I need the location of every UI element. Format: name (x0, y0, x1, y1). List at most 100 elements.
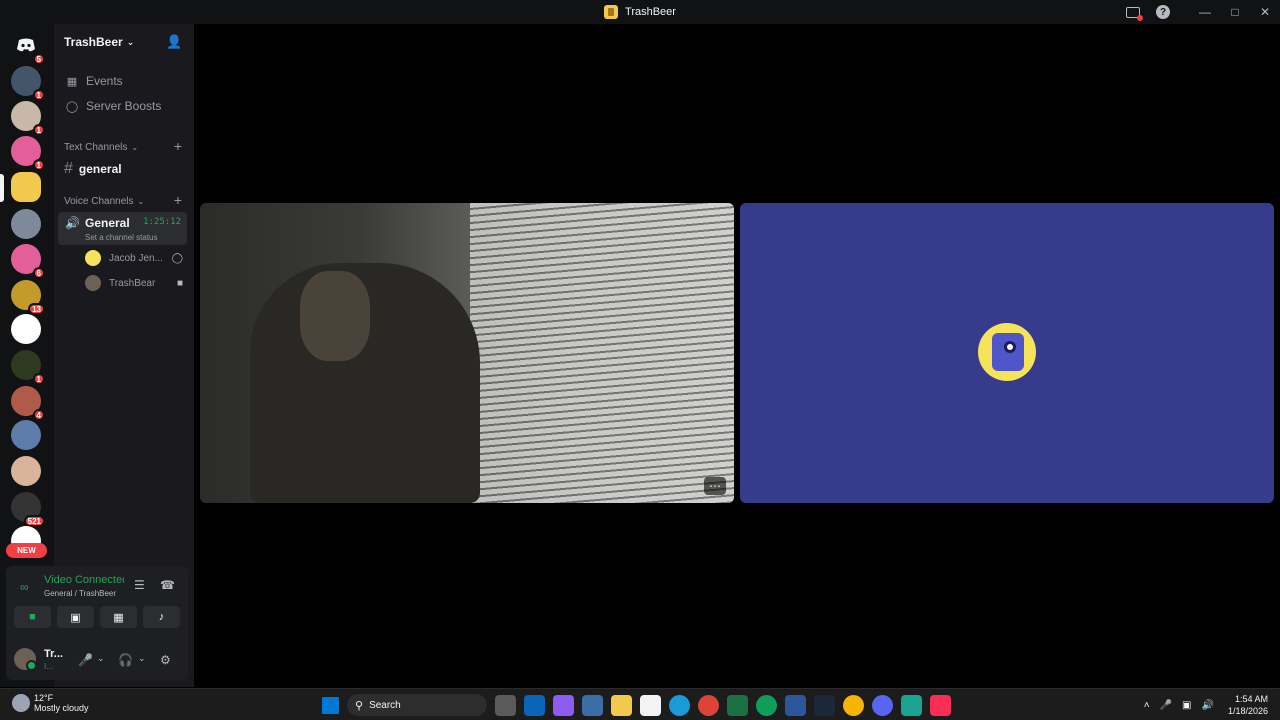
chrome-icon[interactable] (698, 694, 719, 716)
server-icon[interactable]: 6 (11, 244, 45, 279)
discord-icon (17, 38, 35, 51)
user-name[interactable]: Tr... (44, 648, 63, 660)
store-icon[interactable] (582, 694, 603, 716)
add-voice-channel-button[interactable]: + (174, 192, 182, 208)
voice-channel-general[interactable]: 🔊 General 1:25:12 Set a channel status (58, 212, 187, 245)
signal-icon: ∞ (20, 580, 29, 594)
xbox-icon: ◯ (171, 252, 183, 264)
disconnect-icon[interactable]: ☎ (160, 578, 175, 592)
voice-status[interactable]: Video Connected (44, 574, 124, 586)
server-icon[interactable]: 1 (11, 136, 45, 171)
voice-member[interactable]: TrashBear ■ (85, 275, 185, 291)
camera-button[interactable]: ■ (14, 606, 51, 628)
edge-icon[interactable] (669, 694, 690, 716)
chrome-icon[interactable] (843, 694, 864, 716)
chevron-down-icon[interactable]: ⌄ (97, 653, 105, 664)
time: 1:54 AM (1234, 694, 1268, 704)
avatar (85, 250, 101, 266)
server-icon[interactable] (11, 420, 41, 450)
server-icon[interactable]: 1 (11, 350, 45, 385)
server-header[interactable]: TrashBeer ⌄ 👤 (54, 24, 194, 60)
voice-category-label: Voice Channels (64, 196, 134, 207)
server-icon[interactable]: 4 (11, 386, 45, 421)
weather-temp: 12°F (34, 693, 54, 703)
close-button[interactable]: ✕ (1250, 0, 1280, 24)
avatar[interactable] (14, 648, 37, 671)
volume-icon[interactable]: 🔊 (1202, 700, 1214, 711)
text-category-label: Text Channels (64, 142, 128, 153)
hash-icon: # (64, 160, 73, 177)
voice-location[interactable]: General / TrashBeer (44, 589, 116, 598)
inbox-button[interactable] (1118, 0, 1148, 24)
copilot-icon[interactable] (553, 694, 574, 716)
excel-icon[interactable] (727, 694, 748, 716)
more-options-button[interactable]: ⋯ (704, 477, 726, 495)
server-badge: 1 (32, 124, 45, 136)
chevron-down-icon: ⌄ (137, 197, 145, 206)
soundboard-icon[interactable]: ☰ (134, 578, 145, 592)
home-badge: 5 (32, 53, 45, 65)
music-icon[interactable] (930, 694, 951, 716)
avatar-tile[interactable] (740, 203, 1274, 503)
camera-tile[interactable]: ⋯ (200, 203, 734, 503)
activities-button[interactable]: ▦ (100, 606, 137, 628)
app-icon[interactable] (640, 694, 661, 716)
discord-icon[interactable] (872, 694, 893, 716)
invite-icon[interactable]: 👤 (166, 34, 182, 49)
voice-timer: 1:25:12 (143, 217, 181, 227)
gear-icon[interactable]: ⚙ (160, 653, 171, 667)
server-icon[interactable]: 1 (11, 101, 45, 136)
mic-icon[interactable]: 🎤 (1160, 700, 1172, 711)
network-icon[interactable]: ▣ (1182, 700, 1191, 711)
weather-desc: Mostly cloudy (34, 703, 89, 713)
screen-share-button[interactable]: ▣ (57, 606, 94, 628)
new-badge[interactable]: NEW (6, 543, 47, 558)
steam-icon[interactable] (814, 694, 835, 716)
server-icon[interactable]: 13 (11, 280, 45, 315)
chevron-down-icon: ⌄ (126, 36, 135, 47)
server-icon[interactable] (11, 456, 41, 486)
maximize-button[interactable]: □ (1220, 0, 1250, 24)
server-icon[interactable] (11, 209, 41, 239)
chevron-down-icon[interactable]: ⌄ (138, 653, 146, 664)
clock[interactable]: 1:54 AM 1/18/2026 (1228, 693, 1268, 717)
channel-general[interactable]: # general (64, 160, 122, 178)
weather-widget[interactable]: 12°F Mostly cloudy (12, 693, 89, 713)
mic-icon[interactable]: 🎤 (78, 653, 93, 667)
boost-icon: ◯ (65, 100, 79, 113)
soundboard-button[interactable]: ♪ (143, 606, 180, 628)
voice-member[interactable]: Jacob Jen... ◯ (85, 250, 185, 266)
server-icon[interactable] (11, 172, 41, 202)
search-box[interactable]: ⚲ Search (347, 694, 487, 716)
channel-status[interactable]: Set a channel status (85, 233, 158, 242)
home-button[interactable]: 5 (11, 30, 45, 65)
screen-icon (1126, 6, 1143, 21)
events-item[interactable]: ▦ Events (66, 74, 123, 88)
outlook-icon[interactable] (524, 694, 545, 716)
voice-category[interactable]: Voice Channels ⌄ (64, 196, 144, 207)
start-icon[interactable] (322, 696, 339, 714)
word-icon[interactable] (785, 694, 806, 716)
server-badge: 13 (28, 303, 45, 315)
boosts-item[interactable]: ◯ Server Boosts (65, 99, 162, 113)
member-name: Jacob Jen... (109, 252, 163, 264)
chrome-icon[interactable] (756, 694, 777, 716)
add-text-channel-button[interactable]: + (174, 138, 182, 154)
chevron-up-icon[interactable]: ˄ (1144, 700, 1150, 711)
avatar (978, 323, 1036, 381)
server-icon[interactable] (11, 314, 41, 344)
minimize-button[interactable]: — (1190, 0, 1220, 24)
app-icon[interactable] (901, 694, 922, 716)
server-icon[interactable]: 521 (11, 492, 45, 527)
task-view-icon[interactable] (495, 694, 516, 716)
boosts-label: Server Boosts (86, 99, 162, 113)
chevron-down-icon: ⌄ (131, 143, 139, 152)
text-category[interactable]: Text Channels ⌄ (64, 142, 138, 153)
headphones-icon[interactable]: 🎧 (118, 653, 133, 667)
folder-icon[interactable] (611, 694, 632, 716)
help-button[interactable]: ? (1148, 0, 1178, 24)
server-icon[interactable]: 1 (11, 66, 45, 101)
selected-server-pill (0, 174, 4, 202)
window-controls: ? — □ ✕ (1118, 0, 1280, 24)
channel-name: general (78, 162, 122, 176)
